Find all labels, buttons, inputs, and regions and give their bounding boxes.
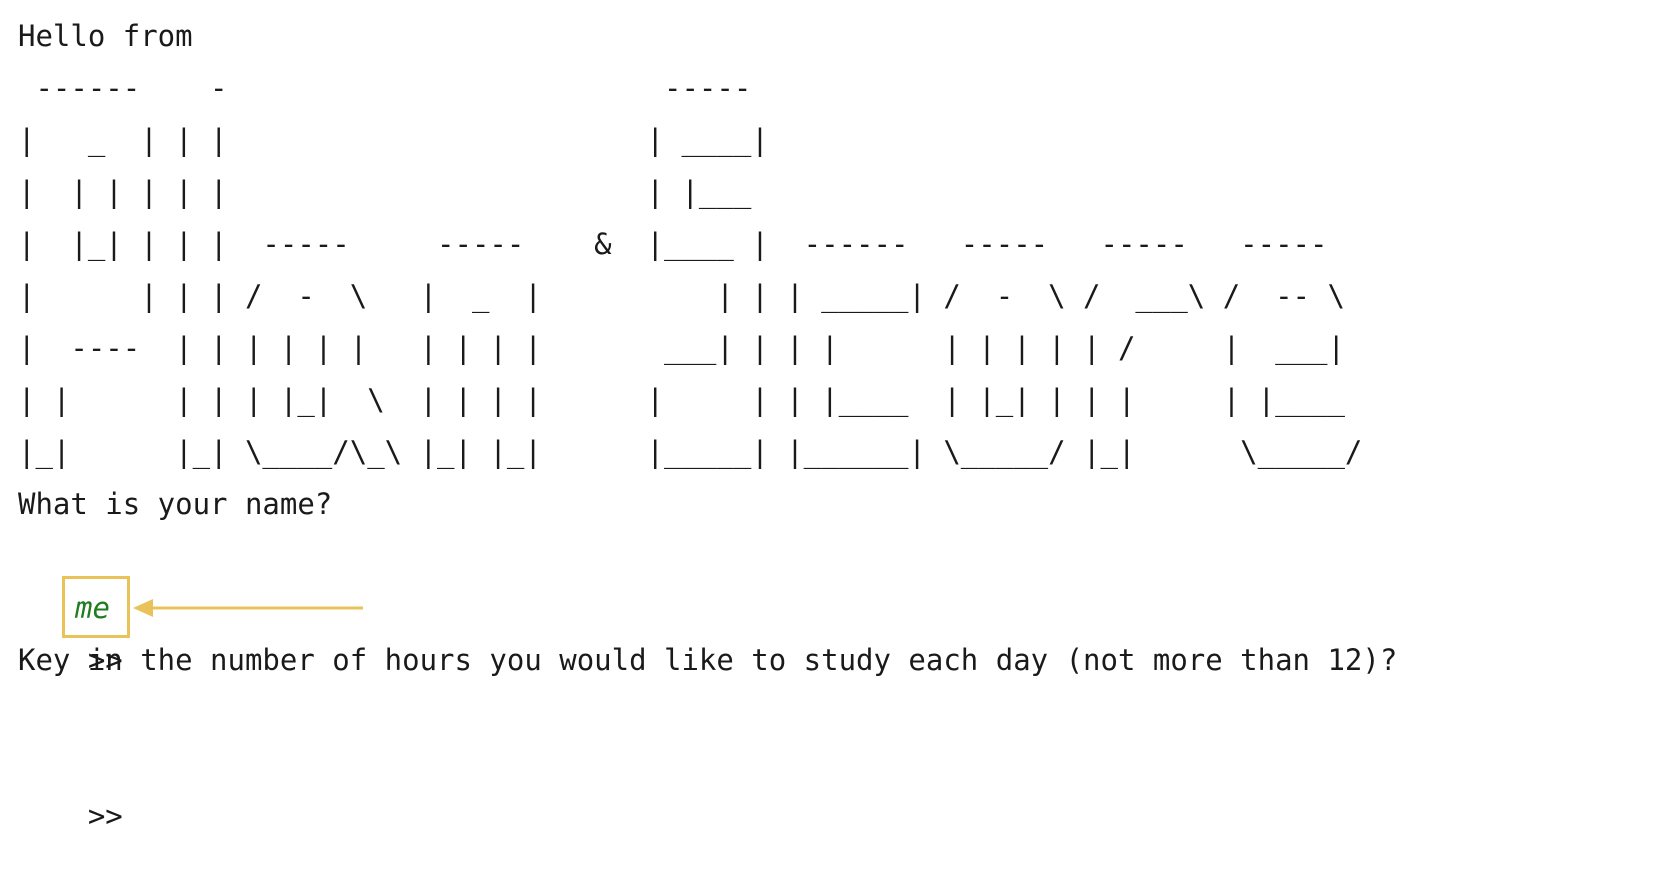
ascii-banner: ------ - ----- | _ | | | | ____| | | | |… xyxy=(18,71,1363,469)
prompt-symbol: >> xyxy=(87,643,123,677)
prompt-symbol-2: >> xyxy=(87,799,123,833)
terminal-output: Hello from ------ - ----- | _ | | | | __… xyxy=(18,10,1668,833)
arrow-left-icon xyxy=(133,599,363,617)
name-input-value: me xyxy=(75,591,110,625)
name-prompt-line[interactable]: >> me xyxy=(18,576,1668,677)
hours-question: Key in the number of hours you would lik… xyxy=(18,643,1398,677)
name-question: What is your name? xyxy=(18,487,333,521)
greeting-text: Hello from xyxy=(18,19,193,53)
hours-prompt-line[interactable]: >> xyxy=(18,738,1668,833)
